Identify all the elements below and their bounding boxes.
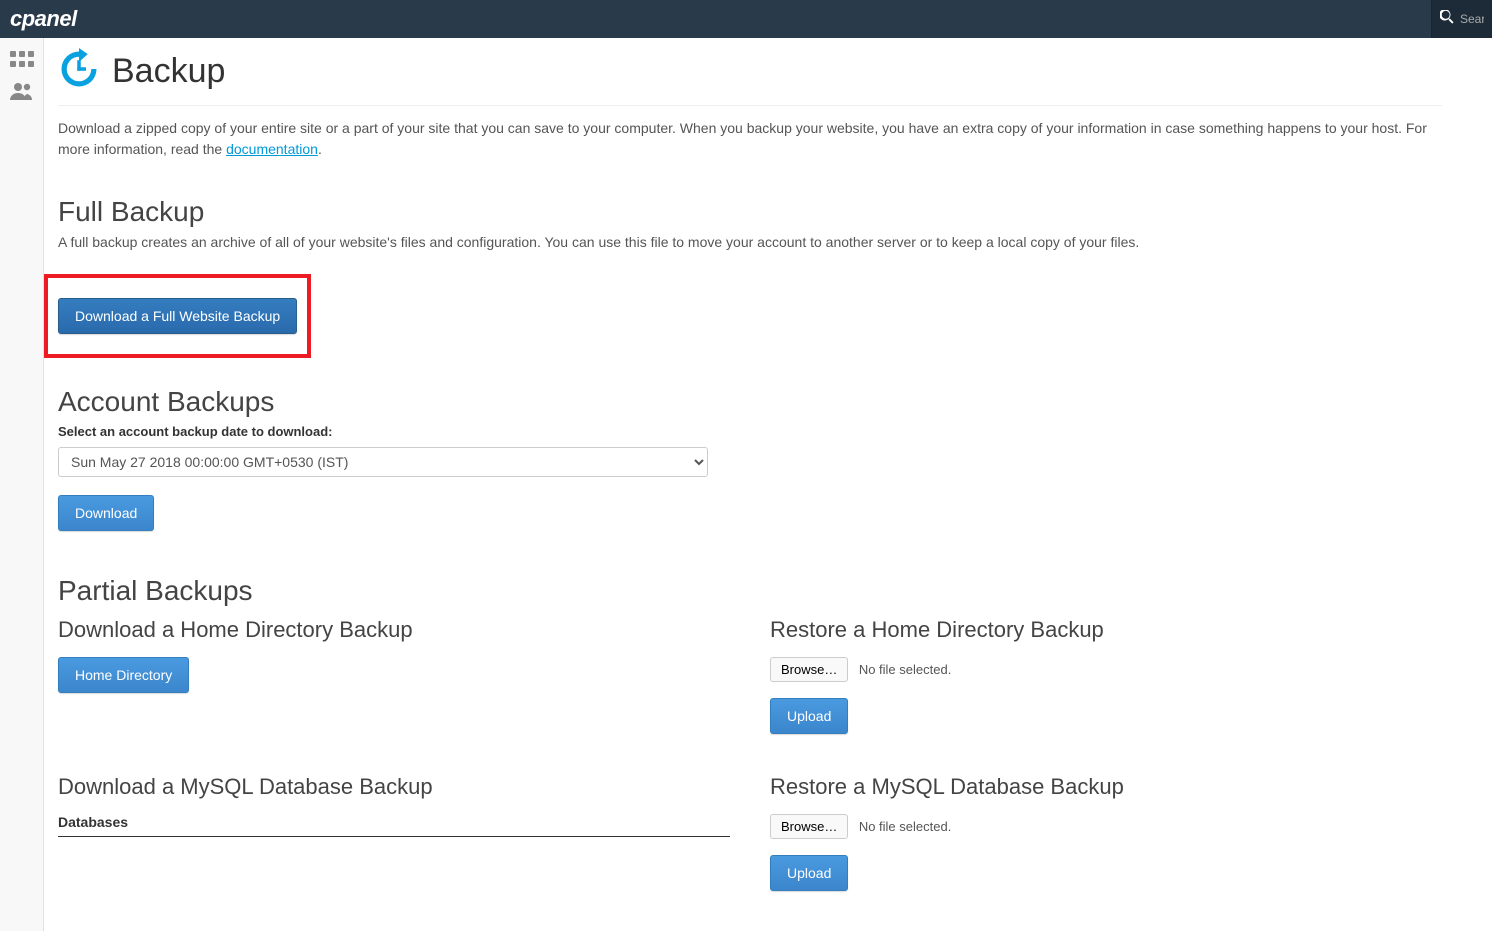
account-backup-date-select[interactable]: Sun May 27 2018 00:00:00 GMT+0530 (IST) [58, 447, 708, 477]
upload-mysql-button[interactable]: Upload [770, 855, 848, 891]
home-directory-button[interactable]: Home Directory [58, 657, 189, 693]
sidebar [0, 38, 44, 931]
search-input[interactable] [1460, 12, 1484, 26]
home-file-status: No file selected. [859, 662, 952, 677]
account-backups-title: Account Backups [58, 386, 1442, 418]
highlight-annotation: Download a Full Website Backup [44, 274, 311, 358]
restore-mysql-section: Restore a MySQL Database Backup Browse… … [770, 774, 1442, 891]
download-home-title: Download a Home Directory Backup [58, 617, 730, 643]
documentation-link[interactable]: documentation [226, 141, 318, 157]
main-content: Backup Download a zipped copy of your en… [44, 38, 1492, 931]
cpanel-logo: cPanel [10, 6, 77, 32]
browse-mysql-button[interactable]: Browse… [770, 814, 848, 839]
download-full-backup-button[interactable]: Download a Full Website Backup [58, 298, 297, 334]
browse-home-button[interactable]: Browse… [770, 657, 848, 682]
download-mysql-title: Download a MySQL Database Backup [58, 774, 730, 800]
mysql-file-status: No file selected. [859, 819, 952, 834]
users-icon[interactable] [10, 82, 34, 100]
restore-mysql-title: Restore a MySQL Database Backup [770, 774, 1442, 800]
full-backup-desc: A full backup creates an archive of all … [58, 234, 1442, 250]
search-icon [1440, 10, 1460, 29]
download-account-backup-button[interactable]: Download [58, 495, 154, 531]
restore-home-title: Restore a Home Directory Backup [770, 617, 1442, 643]
download-home-section: Download a Home Directory Backup Home Di… [58, 617, 730, 734]
partial-backups-title: Partial Backups [58, 575, 1442, 607]
page-header: Backup [58, 48, 1442, 106]
backup-clock-icon [58, 48, 100, 95]
top-bar: cPanel [0, 0, 1492, 38]
grid-apps-icon[interactable] [10, 50, 34, 68]
restore-home-section: Restore a Home Directory Backup Browse… … [770, 617, 1442, 734]
full-backup-title: Full Backup [58, 196, 1442, 228]
upload-home-button[interactable]: Upload [770, 698, 848, 734]
search-area[interactable] [1431, 0, 1492, 38]
page-title: Backup [112, 52, 225, 91]
databases-header: Databases [58, 814, 730, 837]
download-mysql-section: Download a MySQL Database Backup Databas… [58, 774, 730, 891]
intro-text: Download a zipped copy of your entire si… [58, 118, 1442, 160]
account-backup-date-label: Select an account backup date to downloa… [58, 424, 1442, 439]
